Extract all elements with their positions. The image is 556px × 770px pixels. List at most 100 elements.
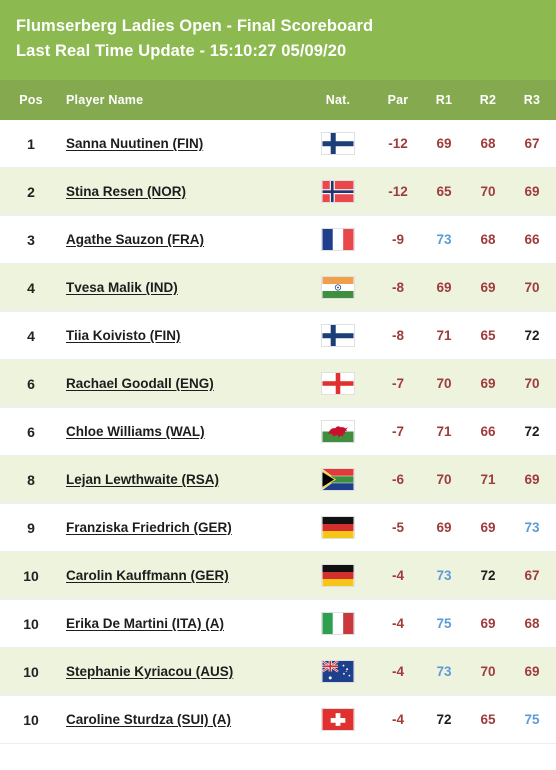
row-round3-score: 72	[524, 424, 540, 439]
table-row[interactable]: 2 Stina Resen (NOR) -12 65 70 69	[0, 168, 556, 216]
table-row[interactable]: 6 Chloe Williams (WAL) -7 71 66 72	[0, 408, 556, 456]
row-round2-score: 68	[480, 232, 496, 247]
row-round1-score: 70	[436, 472, 452, 487]
row-round1-score: 69	[436, 520, 452, 535]
column-header-name: Player Name	[66, 93, 144, 107]
flag-icon-ita	[321, 612, 355, 635]
tournament-title: Flumserberg Ladies Open - Final Scoreboa…	[16, 17, 374, 35]
table-row[interactable]: 4 Tvesa Malik (IND) -8 69 69 70	[0, 264, 556, 312]
table-row[interactable]: 10 Caroline Sturdza (SUI) (A) -4 72 65 75	[0, 696, 556, 744]
player-name-link[interactable]: Agathe Sauzon (FRA)	[66, 232, 204, 247]
row-position: 1	[27, 135, 35, 152]
row-round1-score: 75	[436, 616, 452, 631]
row-round3-score: 69	[524, 472, 540, 487]
table-row[interactable]: 8 Lejan Lewthwaite (RSA) -6 70 71 69	[0, 456, 556, 504]
table-row[interactable]: 10 Stephanie Kyriacou (AUS) -4 73 70 69	[0, 648, 556, 696]
row-round1-score: 71	[436, 424, 452, 439]
table-row[interactable]: 10 Carolin Kauffmann (GER) -4 73 72 67	[0, 552, 556, 600]
player-name-link[interactable]: Tvesa Malik (IND)	[66, 280, 178, 295]
flag-icon-ger	[321, 564, 355, 587]
row-position: 3	[27, 231, 35, 248]
row-round1-score: 71	[436, 328, 452, 343]
row-round1-score: 65	[436, 184, 452, 199]
last-update-title: Last Real Time Update - 15:10:27 05/09/2…	[16, 42, 347, 60]
flag-icon-fra	[321, 228, 355, 251]
table-row[interactable]: 4 Tiia Koivisto (FIN) -8 71 65 72	[0, 312, 556, 360]
player-name-link[interactable]: Stephanie Kyriacou (AUS)	[66, 664, 233, 679]
scoreboard-rows: 1 Sanna Nuutinen (FIN) -12 69 68 67 2 Stina Re…	[0, 120, 556, 744]
column-header-pos: Pos	[19, 93, 43, 107]
player-name-link[interactable]: Chloe Williams (WAL)	[66, 424, 205, 439]
row-par: -9	[391, 232, 404, 247]
row-round2-score: 68	[480, 136, 496, 151]
player-name-link[interactable]: Erika De Martini (ITA) (A)	[66, 616, 224, 631]
row-round2-score: 69	[480, 520, 496, 535]
column-header-r2: R2	[479, 93, 497, 107]
row-round2-score: 70	[480, 664, 496, 679]
table-row[interactable]: 10 Erika De Martini (ITA) (A) -4 75 69 68	[0, 600, 556, 648]
row-round2-score: 69	[480, 280, 496, 295]
row-round3-score: 75	[524, 712, 540, 727]
table-row[interactable]: 1 Sanna Nuutinen (FIN) -12 69 68 67	[0, 120, 556, 168]
player-name-link[interactable]: Caroline Sturdza (SUI) (A)	[66, 712, 231, 727]
row-round1-score: 73	[436, 664, 452, 679]
flag-icon-sui	[321, 708, 355, 731]
row-round1-score: 73	[436, 232, 452, 247]
row-round2-score: 70	[480, 184, 496, 199]
row-round1-score: 72	[436, 712, 452, 727]
player-name-link[interactable]: Carolin Kauffmann (GER)	[66, 568, 229, 583]
row-position: 8	[27, 471, 35, 488]
player-name-link[interactable]: Tiia Koivisto (FIN)	[66, 328, 181, 343]
flag-icon-fin	[321, 132, 355, 155]
row-position: 4	[27, 327, 35, 344]
player-name-link[interactable]: Sanna Nuutinen (FIN)	[66, 136, 203, 151]
row-par: -8	[391, 280, 404, 295]
row-round3-score: 66	[524, 232, 540, 247]
row-par: -4	[391, 616, 404, 631]
flag-icon-eng	[321, 372, 355, 395]
row-par: -4	[391, 568, 404, 583]
flag-icon-fin	[321, 324, 355, 347]
flag-icon-wal	[321, 420, 355, 443]
row-par: -4	[391, 664, 404, 679]
row-par: -5	[391, 520, 404, 535]
flag-icon-ger	[321, 516, 355, 539]
column-header-par: Par	[387, 93, 409, 107]
table-row[interactable]: 3 Agathe Sauzon (FRA) -9 73 68 66	[0, 216, 556, 264]
row-round3-score: 69	[524, 184, 540, 199]
scoreboard: Flumserberg Ladies Open - Final Scoreboa…	[0, 0, 556, 770]
row-par: -12	[388, 136, 408, 151]
row-round2-score: 69	[480, 616, 496, 631]
row-round2-score: 65	[480, 328, 496, 343]
column-header-r3: R3	[523, 93, 541, 107]
column-header-row: Pos Player Name Nat. Par R1 R2 R3	[0, 80, 556, 120]
player-name-link[interactable]: Rachael Goodall (ENG)	[66, 376, 214, 391]
row-par: -7	[391, 376, 404, 391]
row-round2-score: 72	[480, 568, 496, 583]
row-round3-score: 70	[524, 280, 540, 295]
row-round1-score: 70	[436, 376, 452, 391]
row-round1-score: 69	[436, 280, 452, 295]
row-round3-score: 68	[524, 616, 540, 631]
row-position: 10	[23, 615, 39, 632]
row-round1-score: 69	[436, 136, 452, 151]
row-par: -6	[391, 472, 404, 487]
row-round2-score: 69	[480, 376, 496, 391]
row-round3-score: 67	[524, 568, 540, 583]
player-name-link[interactable]: Stina Resen (NOR)	[66, 184, 186, 199]
player-name-link[interactable]: Lejan Lewthwaite (RSA)	[66, 472, 219, 487]
flag-icon-nor	[321, 180, 355, 203]
row-round3-score: 67	[524, 136, 540, 151]
flag-icon-rsa	[321, 468, 355, 491]
title-bar: Flumserberg Ladies Open - Final Scoreboa…	[0, 0, 556, 80]
column-header-r1: R1	[435, 93, 453, 107]
row-position: 10	[23, 663, 39, 680]
player-name-link[interactable]: Franziska Friedrich (GER)	[66, 520, 232, 535]
table-row[interactable]: 9 Franziska Friedrich (GER) -5 69 69 73	[0, 504, 556, 552]
row-round2-score: 66	[480, 424, 496, 439]
row-par: -8	[391, 328, 404, 343]
table-row[interactable]: 6 Rachael Goodall (ENG) -7 70 69 70	[0, 360, 556, 408]
row-par: -7	[391, 424, 404, 439]
flag-icon-aus	[321, 660, 355, 683]
row-position: 9	[27, 519, 35, 536]
